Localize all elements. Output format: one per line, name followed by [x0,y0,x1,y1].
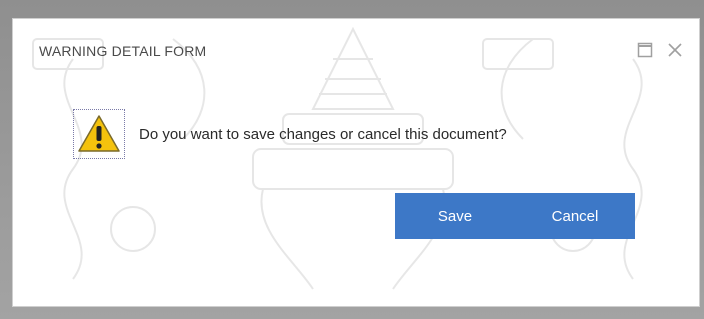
close-icon [668,43,682,57]
maximize-icon [637,42,653,58]
window-controls [633,39,687,61]
warning-icon [78,115,120,152]
message-row: Do you want to save changes or cancel th… [73,109,507,159]
button-group: Save Cancel [395,193,635,239]
dialog-title: WARNING DETAIL FORM [39,43,207,59]
maximize-button[interactable] [633,39,657,61]
watermark-emblem [32,26,643,290]
warning-dialog: WARNING DETAIL FORM Do you want to save … [12,18,700,307]
warning-icon-frame [73,109,125,159]
dialog-message: Do you want to save changes or cancel th… [139,125,507,143]
screen-background: WARNING DETAIL FORM Do you want to save … [0,0,704,319]
save-button[interactable]: Save [395,193,515,239]
cancel-button[interactable]: Cancel [515,193,635,239]
close-button[interactable] [663,39,687,61]
